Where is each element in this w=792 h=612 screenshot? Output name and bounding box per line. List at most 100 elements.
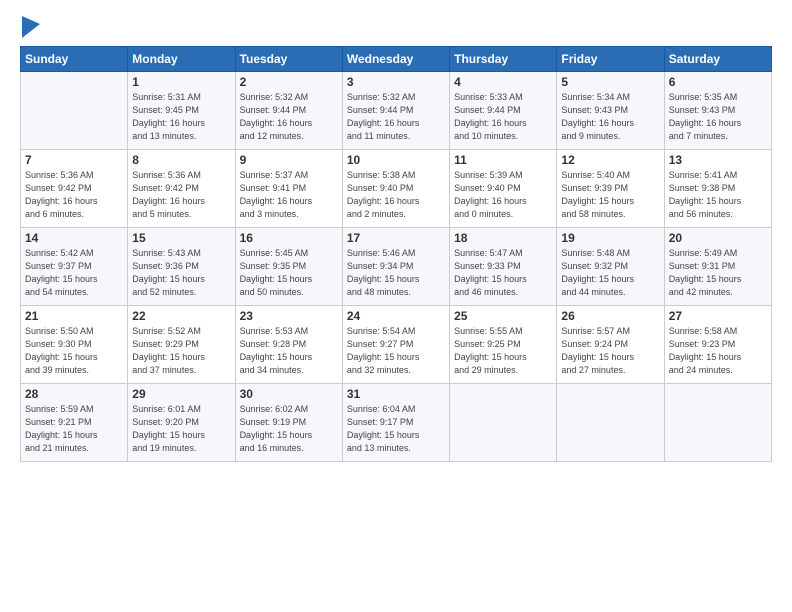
- day-number: 16: [240, 231, 338, 245]
- day-info: Sunrise: 5:33 AM Sunset: 9:44 PM Dayligh…: [454, 91, 552, 143]
- calendar-cell: 2 Sunrise: 5:32 AM Sunset: 9:44 PM Daylig…: [235, 72, 342, 150]
- calendar-cell: [21, 72, 128, 150]
- calendar-cell: 10 Sunrise: 5:38 AM Sunset: 9:40 PM Dayli…: [342, 150, 449, 228]
- calendar-cell: 21 Sunrise: 5:50 AM Sunset: 9:30 PM Dayli…: [21, 306, 128, 384]
- day-number: 11: [454, 153, 552, 167]
- day-info: Sunrise: 5:36 AM Sunset: 9:42 PM Dayligh…: [25, 169, 123, 221]
- day-number: 3: [347, 75, 445, 89]
- day-info: Sunrise: 5:47 AM Sunset: 9:33 PM Dayligh…: [454, 247, 552, 299]
- day-info: Sunrise: 5:36 AM Sunset: 9:42 PM Dayligh…: [132, 169, 230, 221]
- day-number: 27: [669, 309, 767, 323]
- day-info: Sunrise: 6:01 AM Sunset: 9:20 PM Dayligh…: [132, 403, 230, 455]
- day-number: 6: [669, 75, 767, 89]
- day-info: Sunrise: 5:37 AM Sunset: 9:41 PM Dayligh…: [240, 169, 338, 221]
- day-info: Sunrise: 5:31 AM Sunset: 9:45 PM Dayligh…: [132, 91, 230, 143]
- header: [20, 18, 772, 38]
- day-info: Sunrise: 5:34 AM Sunset: 9:43 PM Dayligh…: [561, 91, 659, 143]
- logo: [20, 18, 40, 38]
- day-info: Sunrise: 5:49 AM Sunset: 9:31 PM Dayligh…: [669, 247, 767, 299]
- day-info: Sunrise: 5:55 AM Sunset: 9:25 PM Dayligh…: [454, 325, 552, 377]
- day-number: 10: [347, 153, 445, 167]
- calendar-cell: 1 Sunrise: 5:31 AM Sunset: 9:45 PM Daylig…: [128, 72, 235, 150]
- calendar-cell: 12 Sunrise: 5:40 AM Sunset: 9:39 PM Dayli…: [557, 150, 664, 228]
- calendar-cell: 19 Sunrise: 5:48 AM Sunset: 9:32 PM Dayli…: [557, 228, 664, 306]
- day-number: 14: [25, 231, 123, 245]
- calendar-cell: 28 Sunrise: 5:59 AM Sunset: 9:21 PM Dayli…: [21, 384, 128, 462]
- day-info: Sunrise: 5:39 AM Sunset: 9:40 PM Dayligh…: [454, 169, 552, 221]
- day-number: 19: [561, 231, 659, 245]
- day-number: 21: [25, 309, 123, 323]
- day-number: 28: [25, 387, 123, 401]
- day-number: 5: [561, 75, 659, 89]
- calendar-cell: [450, 384, 557, 462]
- day-info: Sunrise: 5:32 AM Sunset: 9:44 PM Dayligh…: [347, 91, 445, 143]
- calendar-cell: 26 Sunrise: 5:57 AM Sunset: 9:24 PM Dayli…: [557, 306, 664, 384]
- day-number: 17: [347, 231, 445, 245]
- day-info: Sunrise: 5:38 AM Sunset: 9:40 PM Dayligh…: [347, 169, 445, 221]
- calendar-cell: 5 Sunrise: 5:34 AM Sunset: 9:43 PM Daylig…: [557, 72, 664, 150]
- day-info: Sunrise: 5:32 AM Sunset: 9:44 PM Dayligh…: [240, 91, 338, 143]
- calendar-cell: 25 Sunrise: 5:55 AM Sunset: 9:25 PM Dayli…: [450, 306, 557, 384]
- calendar-cell: 14Sunrise: 5:42 AM Sunset: 9:37 PM Dayli…: [21, 228, 128, 306]
- col-header-thursday: Thursday: [450, 47, 557, 72]
- col-header-saturday: Saturday: [664, 47, 771, 72]
- day-info: Sunrise: 5:50 AM Sunset: 9:30 PM Dayligh…: [25, 325, 123, 377]
- day-number: 12: [561, 153, 659, 167]
- day-number: 7: [25, 153, 123, 167]
- calendar-page: SundayMondayTuesdayWednesdayThursdayFrid…: [0, 0, 792, 612]
- col-header-wednesday: Wednesday: [342, 47, 449, 72]
- week-row-1: 1 Sunrise: 5:31 AM Sunset: 9:45 PM Daylig…: [21, 72, 772, 150]
- col-header-sunday: Sunday: [21, 47, 128, 72]
- day-info: Sunrise: 6:02 AM Sunset: 9:19 PM Dayligh…: [240, 403, 338, 455]
- calendar-cell: 9Sunrise: 5:37 AM Sunset: 9:41 PM Daylig…: [235, 150, 342, 228]
- day-info: Sunrise: 5:58 AM Sunset: 9:23 PM Dayligh…: [669, 325, 767, 377]
- day-number: 4: [454, 75, 552, 89]
- calendar-cell: 13 Sunrise: 5:41 AM Sunset: 9:38 PM Dayli…: [664, 150, 771, 228]
- logo-icon: [22, 16, 40, 38]
- day-number: 22: [132, 309, 230, 323]
- calendar-cell: 31 Sunrise: 6:04 AM Sunset: 9:17 PM Dayli…: [342, 384, 449, 462]
- day-info: Sunrise: 5:45 AM Sunset: 9:35 PM Dayligh…: [240, 247, 338, 299]
- calendar-cell: 15Sunrise: 5:43 AM Sunset: 9:36 PM Dayli…: [128, 228, 235, 306]
- week-row-4: 21 Sunrise: 5:50 AM Sunset: 9:30 PM Dayli…: [21, 306, 772, 384]
- day-number: 8: [132, 153, 230, 167]
- day-number: 13: [669, 153, 767, 167]
- col-header-tuesday: Tuesday: [235, 47, 342, 72]
- day-info: Sunrise: 6:04 AM Sunset: 9:17 PM Dayligh…: [347, 403, 445, 455]
- day-number: 18: [454, 231, 552, 245]
- calendar-header-row: SundayMondayTuesdayWednesdayThursdayFrid…: [21, 47, 772, 72]
- day-info: Sunrise: 5:41 AM Sunset: 9:38 PM Dayligh…: [669, 169, 767, 221]
- calendar-cell: 24Sunrise: 5:54 AM Sunset: 9:27 PM Dayli…: [342, 306, 449, 384]
- calendar-cell: 18 Sunrise: 5:47 AM Sunset: 9:33 PM Dayli…: [450, 228, 557, 306]
- calendar-cell: 17Sunrise: 5:46 AM Sunset: 9:34 PM Dayli…: [342, 228, 449, 306]
- day-info: Sunrise: 5:53 AM Sunset: 9:28 PM Dayligh…: [240, 325, 338, 377]
- calendar-cell: 29 Sunrise: 6:01 AM Sunset: 9:20 PM Dayli…: [128, 384, 235, 462]
- calendar-cell: 27 Sunrise: 5:58 AM Sunset: 9:23 PM Dayli…: [664, 306, 771, 384]
- calendar-cell: [557, 384, 664, 462]
- day-number: 29: [132, 387, 230, 401]
- day-info: Sunrise: 5:35 AM Sunset: 9:43 PM Dayligh…: [669, 91, 767, 143]
- day-number: 25: [454, 309, 552, 323]
- calendar-cell: 8 Sunrise: 5:36 AM Sunset: 9:42 PM Daylig…: [128, 150, 235, 228]
- calendar-table: SundayMondayTuesdayWednesdayThursdayFrid…: [20, 46, 772, 462]
- day-number: 20: [669, 231, 767, 245]
- calendar-cell: [664, 384, 771, 462]
- day-number: 1: [132, 75, 230, 89]
- day-number: 24: [347, 309, 445, 323]
- day-info: Sunrise: 5:59 AM Sunset: 9:21 PM Dayligh…: [25, 403, 123, 455]
- calendar-cell: 23Sunrise: 5:53 AM Sunset: 9:28 PM Dayli…: [235, 306, 342, 384]
- calendar-cell: 6 Sunrise: 5:35 AM Sunset: 9:43 PM Daylig…: [664, 72, 771, 150]
- day-info: Sunrise: 5:57 AM Sunset: 9:24 PM Dayligh…: [561, 325, 659, 377]
- day-number: 2: [240, 75, 338, 89]
- day-number: 31: [347, 387, 445, 401]
- day-info: Sunrise: 5:40 AM Sunset: 9:39 PM Dayligh…: [561, 169, 659, 221]
- calendar-cell: 4 Sunrise: 5:33 AM Sunset: 9:44 PM Daylig…: [450, 72, 557, 150]
- calendar-cell: 30 Sunrise: 6:02 AM Sunset: 9:19 PM Dayli…: [235, 384, 342, 462]
- week-row-5: 28 Sunrise: 5:59 AM Sunset: 9:21 PM Dayli…: [21, 384, 772, 462]
- week-row-2: 7 Sunrise: 5:36 AM Sunset: 9:42 PM Daylig…: [21, 150, 772, 228]
- day-number: 26: [561, 309, 659, 323]
- calendar-cell: 3 Sunrise: 5:32 AM Sunset: 9:44 PM Daylig…: [342, 72, 449, 150]
- day-info: Sunrise: 5:48 AM Sunset: 9:32 PM Dayligh…: [561, 247, 659, 299]
- calendar-cell: 22Sunrise: 5:52 AM Sunset: 9:29 PM Dayli…: [128, 306, 235, 384]
- day-number: 30: [240, 387, 338, 401]
